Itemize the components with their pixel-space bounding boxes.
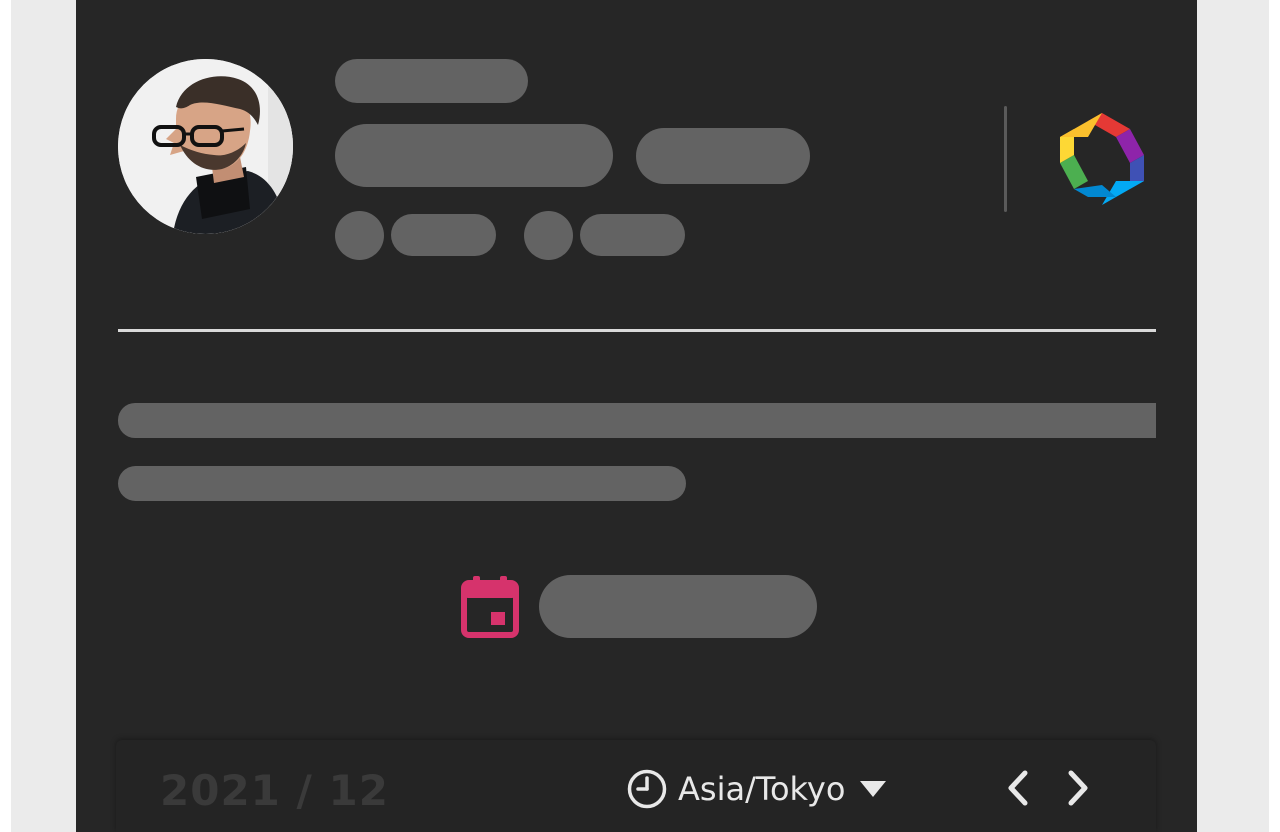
badge-placeholder [636,128,810,184]
previous-month-button[interactable] [996,766,1040,810]
header-divider [1004,106,1007,212]
timezone-label: Asia/Tokyo [678,770,846,808]
calendar-icon [461,576,519,638]
date-placeholder [539,575,817,638]
next-month-button[interactable] [1056,766,1100,810]
section-divider [118,329,1156,332]
clock-icon [627,769,667,809]
avatar-photo [118,59,293,234]
timezone-select[interactable]: Asia/Tokyo [626,765,887,813]
page: 2021 / 12 Asia/Tokyo [0,0,1280,832]
meta-text-placeholder [580,214,685,256]
avatar[interactable] [118,59,293,234]
chevron-left-icon [1008,770,1028,806]
chevron-right-icon [1068,770,1088,806]
hexagon-logo-icon[interactable] [1058,111,1146,207]
calendar-header: 2021 / 12 Asia/Tokyo [116,740,1156,832]
page-edge-right [1269,0,1280,832]
caret-down-icon [860,781,887,797]
name-placeholder [335,59,528,103]
meta-text-placeholder [391,214,496,256]
month-label: 2021 / 12 [160,766,389,815]
meta-icon-placeholder [524,211,573,260]
description-placeholder-line [118,403,1156,438]
title-placeholder [335,124,613,187]
profile-card: 2021 / 12 Asia/Tokyo [76,0,1197,832]
meta-icon-placeholder [335,211,384,260]
page-edge-left [0,0,11,832]
description-placeholder-line [118,466,686,501]
